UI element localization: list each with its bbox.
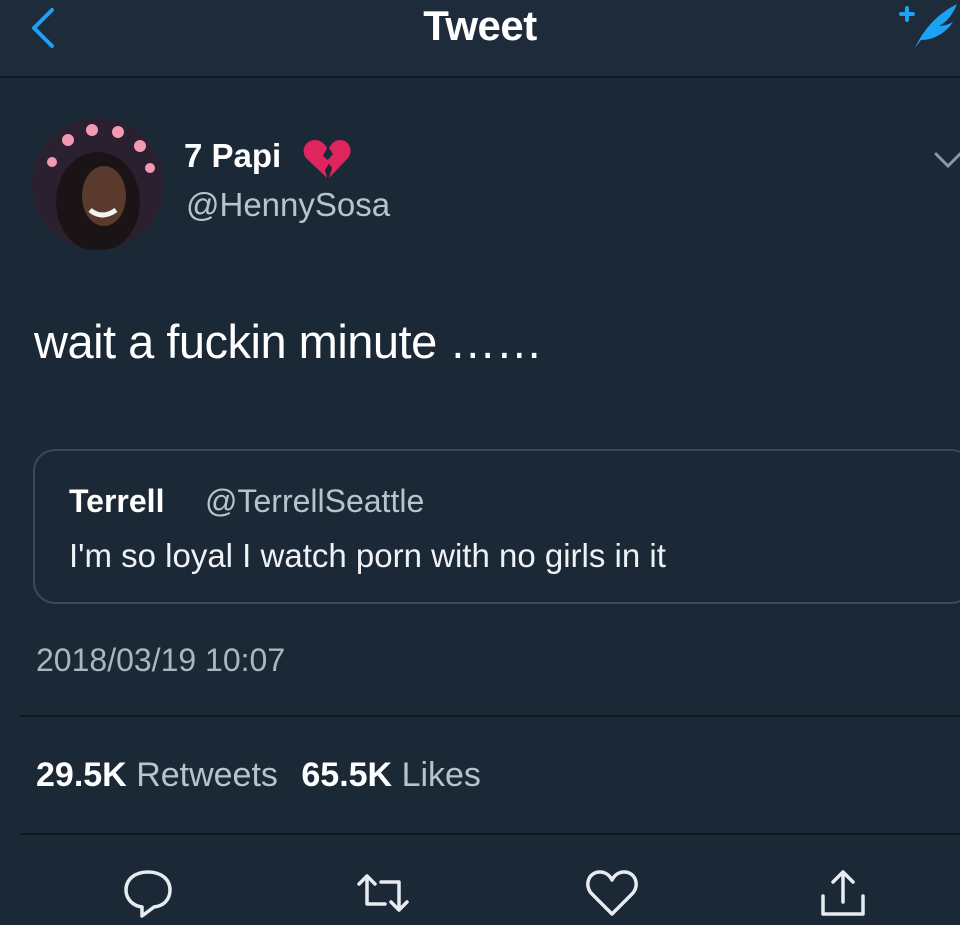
tweet-timestamp: 2018/03/19 10:07 bbox=[36, 642, 286, 678]
tweet-text: wait a fuckin minute …… bbox=[34, 315, 543, 368]
tweet-stats: 29.5K Retweets 65.5K Likes bbox=[36, 756, 481, 795]
retweets-stat[interactable]: 29.5K Retweets bbox=[36, 756, 287, 794]
divider bbox=[20, 833, 960, 835]
likes-label: Likes bbox=[401, 756, 481, 794]
page-title: Tweet bbox=[423, 2, 537, 49]
quoted-tweet-card[interactable]: Terrell @TerrellSeattle I'm so loyal I w… bbox=[33, 449, 960, 604]
compose-tweet-icon[interactable] bbox=[893, 0, 960, 56]
avatar[interactable] bbox=[32, 118, 164, 250]
quoted-author-name: Terrell bbox=[69, 483, 165, 519]
chevron-down-icon[interactable] bbox=[932, 150, 960, 172]
broken-heart-icon bbox=[303, 140, 351, 178]
like-icon[interactable] bbox=[584, 866, 640, 920]
author-display-name[interactable]: 7 Papi bbox=[184, 137, 281, 175]
retweets-label: Retweets bbox=[136, 756, 278, 794]
likes-stat[interactable]: 65.5K Likes bbox=[301, 756, 481, 794]
reply-icon[interactable] bbox=[120, 866, 176, 920]
top-nav-bar: Tweet bbox=[0, 0, 960, 78]
quoted-tweet-text: I'm so loyal I watch porn with no girls … bbox=[69, 537, 666, 574]
share-icon[interactable] bbox=[815, 866, 871, 920]
author-handle[interactable]: @HennySosa bbox=[186, 186, 390, 224]
divider bbox=[20, 715, 960, 717]
retweet-icon[interactable] bbox=[355, 866, 411, 920]
quoted-author-handle: @TerrellSeattle bbox=[205, 483, 425, 519]
retweets-count: 29.5K bbox=[36, 756, 127, 794]
likes-count: 65.5K bbox=[301, 756, 393, 794]
avatar-image bbox=[32, 118, 164, 250]
